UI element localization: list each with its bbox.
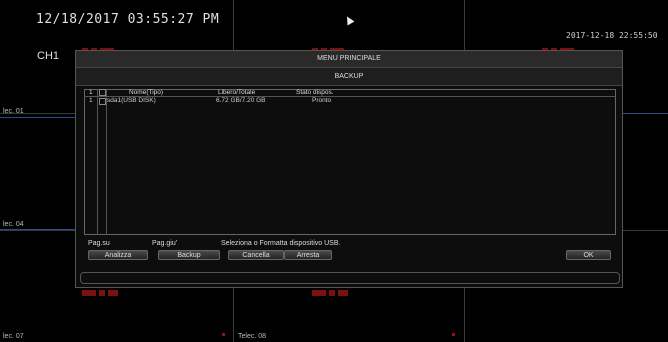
channel-label: CH1 xyxy=(37,50,60,62)
camera-label: Telec. 08 xyxy=(238,333,267,340)
column-divider xyxy=(106,89,107,235)
logo-watermark xyxy=(312,290,351,296)
row-free: 6.72 GB/7.20 GB xyxy=(216,97,266,104)
column-divider xyxy=(97,89,98,235)
table-header: 1 Nome(Tipo) Libero/Totale Stato dispos. xyxy=(84,89,616,97)
header-free: Libero/Totale xyxy=(218,89,256,96)
header-status: Stato dispos. xyxy=(296,89,334,96)
divider xyxy=(0,229,75,230)
dialog-subtitle: BACKUP xyxy=(76,68,622,86)
osd-datetime-right: 2017-12-18 22:55:50 xyxy=(566,31,658,40)
camera-label: lec. 07 xyxy=(3,333,24,340)
row-status: Pronto xyxy=(312,97,332,104)
status-bar xyxy=(80,272,620,284)
backup-button[interactable]: Backup xyxy=(158,250,220,260)
row-checkbox[interactable] xyxy=(99,98,106,105)
row-index: 1 xyxy=(89,97,93,104)
logo-watermark xyxy=(82,290,121,296)
analyze-button[interactable]: Analizza xyxy=(88,250,148,260)
ok-button[interactable]: OK xyxy=(566,250,611,260)
marker-dot xyxy=(222,333,225,336)
divider xyxy=(0,117,75,118)
header-name: Nome(Tipo) xyxy=(129,89,164,96)
camera-label: lec. 01 xyxy=(3,108,24,115)
page-down-link[interactable]: Pag.giu' xyxy=(152,240,177,247)
osd-datetime: 12/18/2017 03:55:27 PM xyxy=(36,12,220,27)
dialog-title: MENU PRINCIPALE xyxy=(76,51,622,68)
backup-dialog: MENU PRINCIPALE BACKUP 1 Nome(Tipo) Libe… xyxy=(75,50,623,288)
page-up-link[interactable]: Pag.su xyxy=(88,240,110,247)
marker-dot xyxy=(452,333,455,336)
stop-button[interactable]: Arresta xyxy=(284,250,332,260)
mouse-cursor-icon xyxy=(343,14,355,26)
row-name: sda1(USB DISK) xyxy=(107,97,156,104)
camera-label: lec. 04 xyxy=(3,221,24,228)
header-index: 1 xyxy=(89,89,93,96)
hint-text: Seleziona o Formatta dispositivo USB. xyxy=(221,240,341,247)
divider xyxy=(623,113,668,114)
delete-button[interactable]: Cancella xyxy=(228,250,284,260)
table-frame xyxy=(84,89,616,235)
table-row[interactable]: 1 sda1(USB DISK) 6.72 GB/7.20 GB Pronto xyxy=(84,97,616,105)
select-all-checkbox[interactable] xyxy=(99,89,106,96)
